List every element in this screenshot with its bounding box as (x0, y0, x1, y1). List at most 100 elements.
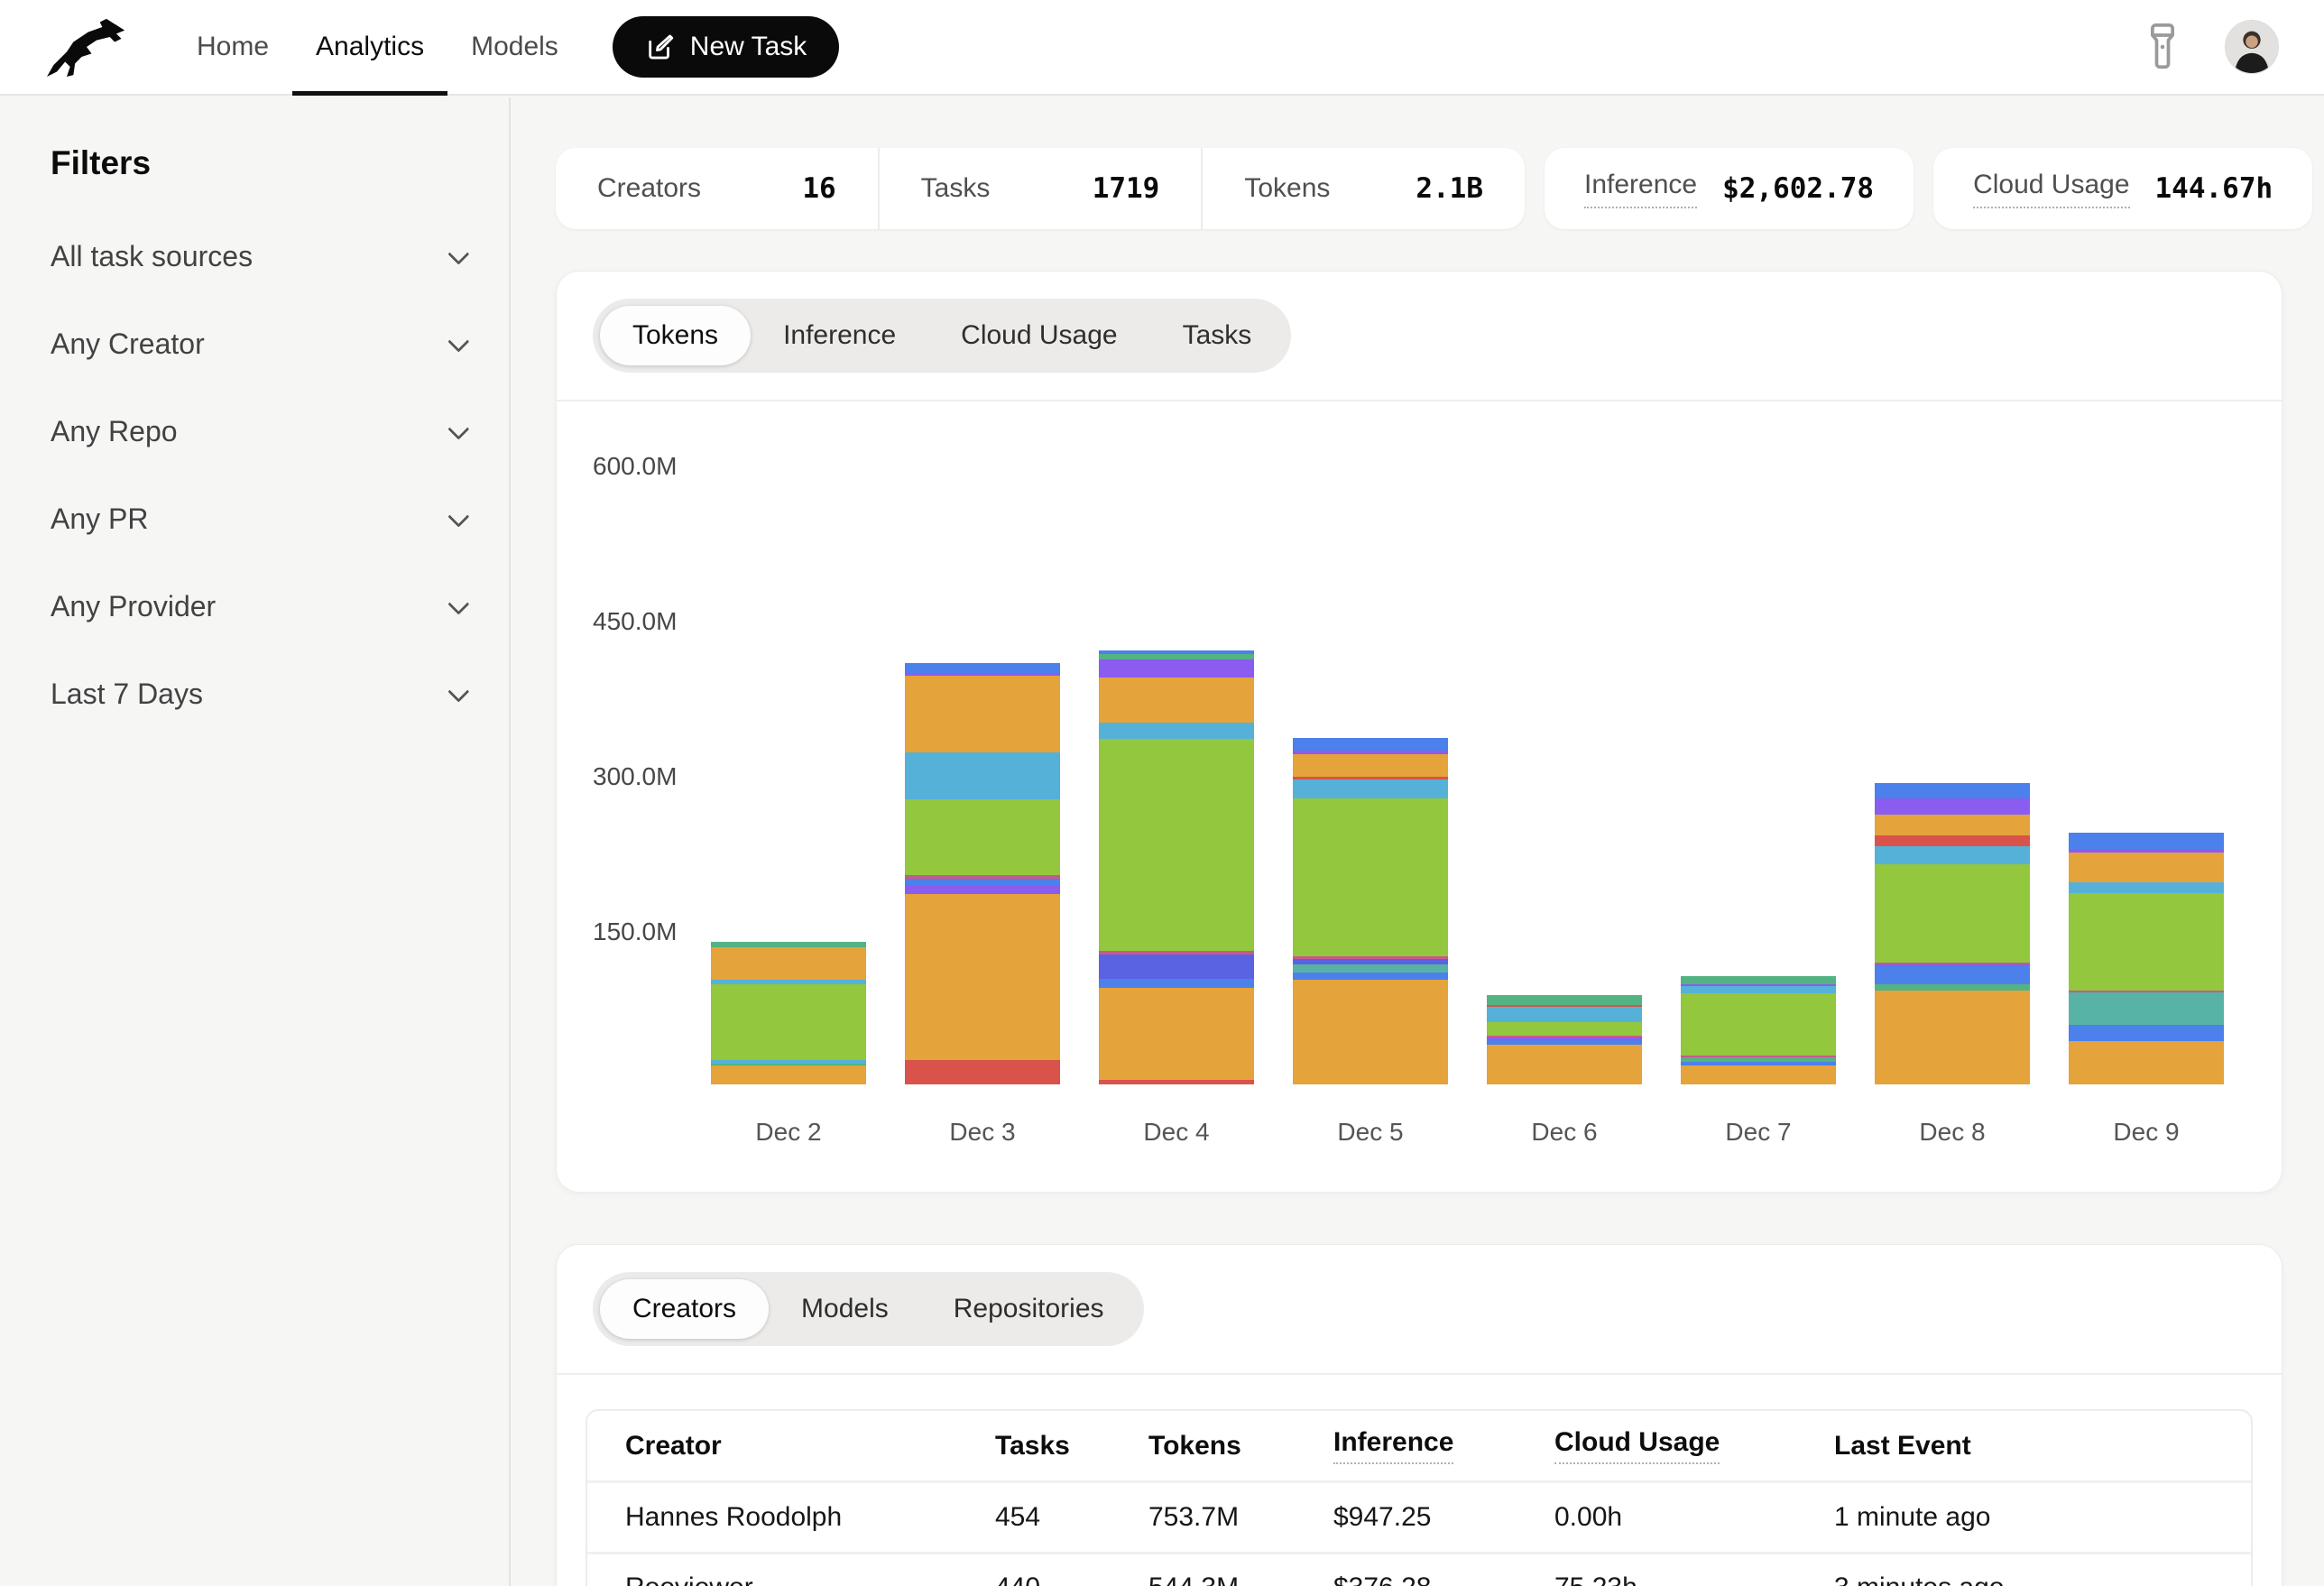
chevron-down-icon (447, 331, 469, 353)
bar-segment-orange (1875, 991, 2030, 1084)
stacked-bar-dec-5[interactable] (1293, 738, 1448, 1084)
tab-cloud-usage[interactable]: Cloud Usage (928, 306, 1149, 365)
x-axis-tick-label: Dec 4 (1099, 1118, 1254, 1147)
filter-dropdown-any-pr[interactable]: Any PR (51, 503, 464, 536)
stat-inference-value: $2,602.78 (1722, 172, 1874, 205)
cell-last_event: 1 minute ago (1834, 1502, 2251, 1533)
kangaroo-logo[interactable] (45, 17, 128, 77)
cell-tokens: 753.7M (1148, 1502, 1333, 1533)
table-body: Hannes Roodolph454753.7M$947.250.00h1 mi… (587, 1483, 2251, 1586)
stat-inference-card: Inference $2,602.78 (1545, 148, 1914, 229)
tab-repositories[interactable]: Repositories (921, 1279, 1137, 1339)
chevron-down-icon (447, 419, 469, 440)
bar-segment-royalblue (1875, 966, 2030, 984)
x-axis-tick-label: Dec 8 (1875, 1118, 2030, 1147)
tab-models[interactable]: Models (769, 1279, 921, 1339)
nav-models[interactable]: Models (447, 0, 582, 94)
breakdown-tabs: CreatorsModelsRepositories (593, 1272, 1144, 1346)
table-row[interactable]: Hannes Roodolph454753.7M$947.250.00h1 mi… (587, 1483, 2251, 1552)
filter-dropdown-any-provider[interactable]: Any Provider (51, 590, 464, 623)
cell-inference: $947.25 (1333, 1502, 1554, 1533)
x-axis-tick-label: Dec 2 (711, 1118, 866, 1147)
bar-segment-skyblue (1875, 846, 2030, 864)
new-task-label: New Task (690, 32, 807, 62)
stacked-bar-dec-9[interactable] (2069, 833, 2224, 1084)
bar-segment-green (2069, 893, 2224, 991)
bar-segment-orange (1681, 1065, 1836, 1084)
bar-segment-green (1099, 739, 1254, 951)
tab-inference[interactable]: Inference (751, 306, 928, 365)
bar-segment-skyblue (1099, 723, 1254, 739)
tab-tokens[interactable]: Tokens (600, 306, 751, 365)
flashlight-icon[interactable] (2142, 23, 2183, 70)
stacked-bar-dec-2[interactable] (711, 942, 866, 1084)
filter-label: All task sources (51, 240, 253, 273)
main-content: Creators 16 Tasks 1719 Tokens 2.1B Infer… (511, 97, 2324, 1586)
y-axis-tick-label: 450.0M (593, 607, 719, 636)
filters-title: Filters (51, 144, 464, 182)
breakdown-card-header: CreatorsModelsRepositories (557, 1245, 2282, 1375)
filter-list: All task sources Any Creator Any Repo Any P… (51, 240, 464, 711)
chevron-down-icon (447, 244, 469, 265)
filter-dropdown-all-task-sources[interactable]: All task sources (51, 240, 464, 273)
stat-creators: Creators 16 (556, 148, 878, 229)
filter-dropdown-any-creator[interactable]: Any Creator (51, 327, 464, 361)
stat-cloud-usage-value: 144.67h (2155, 172, 2273, 205)
avatar-photo (2226, 21, 2278, 73)
column-header-tasks: Tasks (995, 1431, 1070, 1462)
stacked-bar-dec-4[interactable] (1099, 650, 1254, 1084)
bar-segment-orange (711, 947, 866, 981)
bar-segment-red (905, 1060, 1060, 1085)
stacked-bar-dec-7[interactable] (1681, 976, 1836, 1084)
column-header-inference[interactable]: Inference (1333, 1427, 1453, 1464)
bar-segment-purple (1099, 659, 1254, 678)
bar-segment-skyblue (905, 752, 1060, 799)
tab-creators[interactable]: Creators (600, 1279, 769, 1339)
stat-tokens-value: 2.1B (1416, 172, 1483, 205)
creators-table: CreatorTasksTokensInferenceCloud UsageLa… (586, 1409, 2253, 1586)
y-axis-tick-label: 150.0M (593, 917, 719, 946)
bar-segment-royalblue (1293, 973, 1448, 980)
table-row[interactable]: Rooviewer440544.3M$376.2875.23h3 minutes… (587, 1552, 2251, 1586)
bar-segment-teal (1293, 964, 1448, 973)
bar-segment-royalblue (905, 663, 1060, 674)
user-avatar[interactable] (2225, 20, 2279, 74)
bar-segment-purple (905, 886, 1060, 894)
filter-dropdown-last-7-days[interactable]: Last 7 Days (51, 678, 464, 711)
analytics-page: Home Analytics Models New Task (0, 0, 2324, 1586)
x-axis-tick-label: Dec 6 (1487, 1118, 1642, 1147)
filter-dropdown-any-repo[interactable]: Any Repo (51, 415, 464, 448)
bar-segment-orange (1293, 754, 1448, 776)
cell-tasks: 440 (995, 1572, 1148, 1586)
chart-card-header: TokensInferenceCloud UsageTasks (557, 272, 2282, 401)
bar-segment-royalblue (2069, 1025, 2224, 1041)
tab-tasks[interactable]: Tasks (1150, 306, 1285, 365)
cell-creator: Rooviewer (625, 1572, 995, 1586)
chart-tabs: TokensInferenceCloud UsageTasks (593, 299, 1291, 373)
stat-inference-label[interactable]: Inference (1584, 170, 1697, 208)
stat-tasks-value: 1719 (1093, 172, 1160, 205)
nav-analytics[interactable]: Analytics (292, 0, 447, 94)
stacked-bar-dec-3[interactable] (905, 663, 1060, 1084)
stat-cloud-usage-label[interactable]: Cloud Usage (1973, 170, 2129, 208)
bar-segment-skyblue (2069, 882, 2224, 893)
stacked-bar-dec-8[interactable] (1875, 783, 2030, 1084)
nav-home[interactable]: Home (173, 0, 292, 94)
filter-label: Last 7 Days (51, 678, 203, 711)
stat-tasks: Tasks 1719 (878, 148, 1202, 229)
stacked-bar-dec-6[interactable] (1487, 995, 1642, 1084)
bar-segment-orange (1099, 988, 1254, 1080)
bar-segment-orange (905, 894, 1060, 1060)
edit-icon (645, 32, 676, 62)
y-axis-tick-label: 300.0M (593, 762, 719, 791)
stat-cloud-usage-card: Cloud Usage 144.67h (1933, 148, 2312, 229)
bar-segment-royalblue (905, 879, 1060, 886)
bar-segment-skyblue (1681, 986, 1836, 993)
bar-segment-royalblue (1293, 738, 1448, 751)
stat-tasks-label: Tasks (921, 173, 991, 204)
new-task-button[interactable]: New Task (613, 16, 840, 78)
bar-segment-red (1099, 1080, 1254, 1084)
column-header-cloud-usage[interactable]: Cloud Usage (1554, 1427, 1720, 1464)
bar-segment-orange (1099, 678, 1254, 722)
stat-creators-label: Creators (597, 173, 701, 204)
